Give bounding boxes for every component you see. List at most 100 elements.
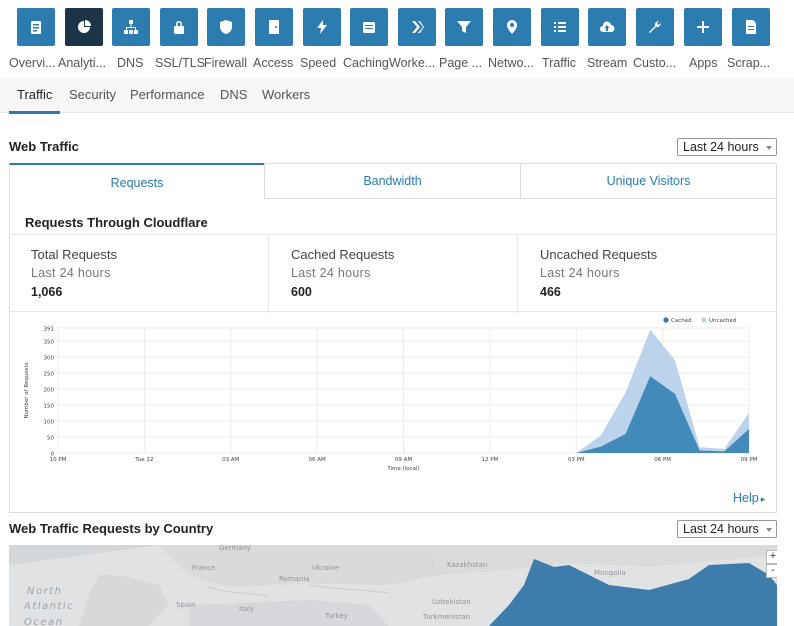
requests-area-chart: 39135030025020015010050010 PM Tue 12 03 AM… xyxy=(24,317,758,472)
map-label: Spain xyxy=(176,601,196,609)
zoom-out-button[interactable]: - xyxy=(766,564,777,578)
map-label: North xyxy=(27,586,63,597)
app-custo[interactable]: Custo... xyxy=(628,8,682,78)
stat-period: Last 24 hours xyxy=(291,266,371,280)
help-label: Help xyxy=(733,491,759,505)
x-tick-label: 09 AM xyxy=(395,457,413,463)
country-map[interactable]: Germany France Ukraine Kazakhstan Mongolia Ro… xyxy=(9,545,777,626)
map-label: Ocean xyxy=(24,617,64,626)
y-tick-label: 150 xyxy=(44,404,55,410)
app-label: Apps xyxy=(689,56,718,70)
app-label: Stream xyxy=(587,56,628,70)
web-traffic-range-value: Last 24 hours xyxy=(683,140,759,154)
country-title: Web Traffic Requests by Country xyxy=(9,521,214,536)
legend-label: Cached xyxy=(671,318,692,324)
document-icon xyxy=(732,8,770,46)
map-label: Turkey xyxy=(325,612,348,620)
minus-icon: - xyxy=(771,564,775,576)
legend-swatch xyxy=(701,317,707,323)
tab-requests[interactable]: Requests xyxy=(9,163,265,199)
map-label: Mongolia xyxy=(594,569,626,577)
x-tick-label: 10 PM xyxy=(50,457,67,463)
request-stats: Total Requests Last 24 hours 1,066 Cache… xyxy=(9,234,777,313)
pie-chart-icon xyxy=(65,8,103,46)
bolt-icon xyxy=(303,8,341,46)
y-tick-label: 250 xyxy=(44,372,55,378)
app-netwo[interactable]: Netwo... xyxy=(485,8,539,78)
map-label: Atlantic xyxy=(24,601,75,612)
shield-icon xyxy=(207,8,245,46)
x-tick-label: Tue 12 xyxy=(134,457,153,463)
y-tick-label: 300 xyxy=(44,356,55,362)
country-range-select[interactable]: Last 24 hours xyxy=(677,520,777,538)
app-label: Access xyxy=(253,56,294,70)
x-tick-label: 09 PM xyxy=(741,457,758,463)
help-link[interactable]: Help ▸ xyxy=(733,491,765,505)
app-label: Firewall xyxy=(204,56,248,70)
subtab-security[interactable]: Security xyxy=(69,87,116,102)
app-overvi[interactable]: Overvi... xyxy=(9,8,63,78)
app-speed[interactable]: Speed xyxy=(295,8,349,78)
x-tick-label: 06 PM xyxy=(654,457,671,463)
filter-icon xyxy=(445,8,483,46)
stat-total-requests: Total Requests Last 24 hours 1,066 xyxy=(9,235,268,313)
stat-value: 600 xyxy=(291,285,312,299)
subtab-performance[interactable]: Performance xyxy=(130,87,204,102)
app-scrap[interactable]: Scrap... xyxy=(724,8,778,78)
tab-bandwidth[interactable]: Bandwidth xyxy=(264,163,521,199)
x-tick-label: 03 AM xyxy=(222,457,240,463)
map-label: Ukraine xyxy=(312,564,340,572)
zoom-in-button[interactable]: + xyxy=(766,550,777,564)
stat-period: Last 24 hours xyxy=(540,266,620,280)
app-label: Analyti... xyxy=(58,56,106,70)
list-icon xyxy=(541,8,579,46)
tab-unique-visitors[interactable]: Unique Visitors xyxy=(520,163,777,199)
legend-label: Uncached xyxy=(709,318,736,324)
legend-swatch xyxy=(663,317,669,323)
map-label: France xyxy=(192,564,216,572)
web-traffic-title: Web Traffic xyxy=(9,139,79,154)
subtab-dns[interactable]: DNS xyxy=(220,87,247,102)
subtab-workers[interactable]: Workers xyxy=(262,87,310,102)
app-label: Worke... xyxy=(389,56,436,70)
app-access[interactable]: Access xyxy=(247,8,301,78)
x-tick-label: 03 PM xyxy=(568,457,585,463)
app-traffic[interactable]: Traffic xyxy=(533,8,587,78)
web-traffic-range-select[interactable]: Last 24 hours xyxy=(677,138,777,156)
subtab-traffic[interactable]: Traffic xyxy=(8,87,61,114)
lock-icon xyxy=(160,8,198,46)
y-tick-label: 350 xyxy=(44,340,55,346)
analytics-subtabs: Traffic Security Performance DNS Workers xyxy=(0,78,794,114)
app-ssl-tls[interactable]: SSL/TLS xyxy=(152,8,206,78)
requests-card-title: Requests Through Cloudflare xyxy=(25,215,208,230)
app-label: SSL/TLS xyxy=(155,56,206,70)
location-pin-icon xyxy=(493,8,531,46)
stat-value: 466 xyxy=(540,285,561,299)
clipboard-icon xyxy=(17,8,55,46)
app-apps[interactable]: Apps xyxy=(676,8,730,78)
app-stream[interactable]: Stream xyxy=(580,8,634,78)
x-axis-label: Time (local) xyxy=(386,466,419,472)
x-tick-label: 06 AM xyxy=(308,457,326,463)
y-tick-label: 100 xyxy=(44,420,55,426)
server-icon xyxy=(350,8,388,46)
plus-icon: + xyxy=(769,550,777,562)
chevron-down-icon xyxy=(766,528,772,532)
map-label: Turkmenistan xyxy=(423,613,471,621)
app-firewall[interactable]: Firewall xyxy=(199,8,253,78)
app-label: Netwo... xyxy=(488,56,534,70)
app-worke[interactable]: Worke... xyxy=(389,8,444,78)
stat-name: Total Requests xyxy=(31,247,117,262)
map-label: Italy xyxy=(239,605,255,613)
app-caching[interactable]: Caching xyxy=(342,8,396,78)
cloud-upload-icon xyxy=(588,8,626,46)
app-analyti[interactable]: Analyti... xyxy=(57,8,111,78)
app-dns[interactable]: DNS xyxy=(104,8,158,78)
stat-uncached-requests: Uncached Requests Last 24 hours 466 xyxy=(517,235,777,313)
map-label: Romania xyxy=(279,575,310,583)
door-icon xyxy=(255,8,293,46)
app-navigation-bar: Overvi... Analyti... DNS SSL/TLS Firewall Acc… xyxy=(0,0,794,78)
app-page[interactable]: Page ... xyxy=(437,8,491,78)
map-label: Uzbekistan xyxy=(432,598,471,606)
world-map xyxy=(9,545,777,626)
